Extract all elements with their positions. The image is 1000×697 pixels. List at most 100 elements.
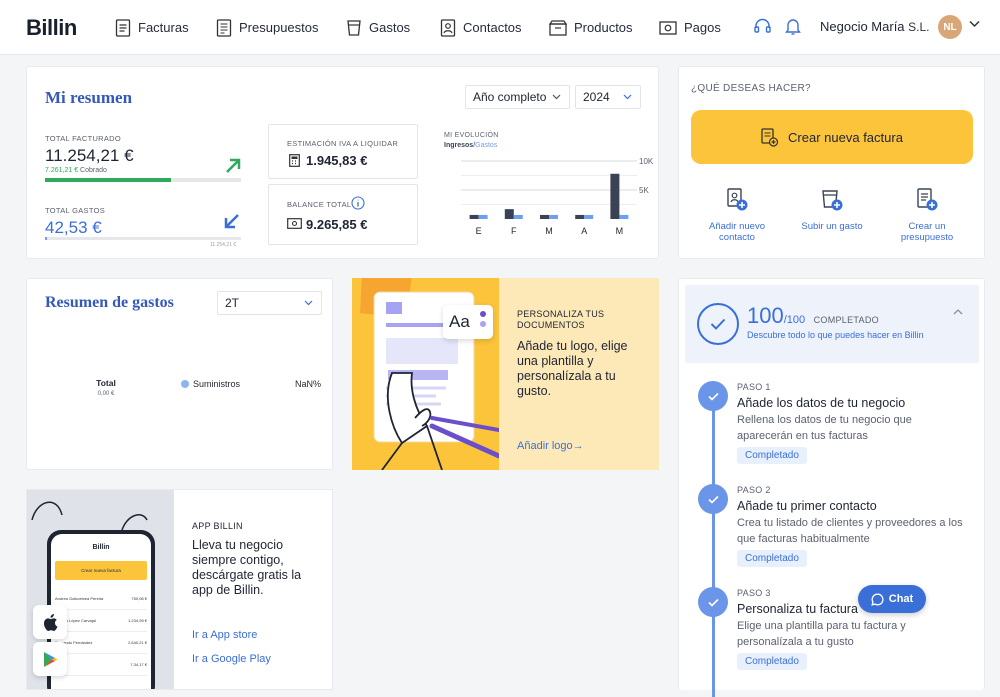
summary-card: Mi resumen Año completo 2024 TOTAL FACTU…: [26, 66, 659, 259]
evolution-chart: 10K 5K E F M A M: [461, 157, 654, 236]
app-store-badge[interactable]: [33, 605, 67, 639]
nav-gastos[interactable]: Gastos: [346, 0, 410, 55]
cobrado-text: 7.261,21 € Cobrado: [45, 167, 107, 174]
nav-contactos[interactable]: Contactos: [440, 0, 522, 55]
add-logo-link[interactable]: Añadir logo→: [517, 440, 584, 452]
year-select[interactable]: 2024: [575, 85, 641, 109]
info-icon[interactable]: [351, 196, 365, 210]
legend-percentage: NaN%: [295, 379, 322, 389]
progress-subtitle: Descubre todo lo que puedes hacer en Bil…: [747, 330, 924, 340]
phone-row-name: Andrea Goikoetxea Pereira: [55, 596, 104, 601]
font-chip: Aa: [443, 305, 493, 339]
progress-ring: [697, 303, 739, 345]
customize-illustration: Aa: [352, 278, 499, 470]
nav-facturas[interactable]: Facturas: [115, 0, 189, 55]
year-select-value: 2024: [583, 90, 610, 104]
step-3-desc: Elige una plantilla para tu factura y per…: [737, 620, 906, 648]
step-1: PASO 1 Añade los datos de tu negocio Rel…: [737, 382, 912, 464]
nav-label: Presupuestos: [239, 20, 319, 35]
actions-card: ¿QUÉ DESEAS HACER? Crear nueva factura A…: [678, 66, 985, 259]
legend-gastos: Gastos: [475, 142, 498, 149]
total-facturado-value: 11.254,21 €: [45, 146, 134, 165]
company-name[interactable]: Negocio María S.L.: [820, 19, 930, 34]
company-label: Negocio María: [820, 19, 905, 34]
x-tick-label: E: [476, 226, 482, 236]
receipt-cup-icon: [347, 19, 361, 36]
nav-productos[interactable]: Productos: [549, 0, 633, 55]
quarter-select[interactable]: 2T: [217, 291, 322, 315]
step-3-check: [698, 587, 728, 617]
billin-logo[interactable]: Billin: [26, 15, 77, 41]
bar-ingresos: [575, 214, 585, 219]
step-1-check: [698, 381, 728, 411]
payment-icon: [659, 20, 677, 35]
font-chip-text: Aa: [449, 312, 470, 331]
total-gastos-label: TOTAL GASTOS: [45, 206, 106, 215]
total-gastos-value: 42,53 €: [45, 218, 102, 237]
bar-ingresos: [540, 214, 549, 219]
bar-gastos: [549, 214, 558, 219]
bell-icon[interactable]: [784, 17, 802, 36]
actions-heading: ¿QUÉ DESEAS HACER?: [691, 83, 811, 94]
cobrado-amount: 7.261,21 €: [45, 167, 79, 174]
balance-label: BALANCE TOTAL: [287, 200, 352, 209]
x-tick-label: A: [581, 226, 587, 236]
onboarding-card: 100/100 COMPLETADO Descubre todo lo que …: [678, 278, 985, 697]
period-select[interactable]: Año completo: [465, 85, 570, 109]
customize-text: Añade tu logo, elige una plantilla y perso…: [517, 339, 628, 398]
arrow-down-left-icon: [224, 214, 239, 229]
money-icon: [287, 218, 302, 229]
nav-label: Productos: [574, 20, 633, 35]
legend-dot: [181, 380, 189, 388]
upload-expense-action[interactable]: Subir un gasto: [791, 187, 873, 232]
chat-bubble-icon: [871, 593, 884, 606]
avatar[interactable]: NL: [938, 15, 962, 39]
bar-ingresos: [610, 173, 620, 219]
expenses-total-value: 0,00 €: [97, 391, 115, 397]
top-bar: Billin Facturas Presupuestos Gastos Cont…: [0, 0, 1000, 55]
iva-value: 1.945,83 €: [306, 153, 368, 168]
evolucion-label: MI EVOLUCIÓN: [444, 132, 499, 139]
step-1-badge: Completado: [737, 447, 807, 464]
app-card: Billin Crear nueva factura Andrea Goikoe…: [26, 489, 333, 690]
cobrado-progress: [45, 178, 241, 182]
bar-gastos: [619, 214, 629, 219]
step-3-badge: Completado: [737, 653, 807, 670]
quote-icon: [216, 18, 232, 37]
upload-expense-label: Subir un gasto: [801, 221, 863, 232]
chevron-down-icon: [304, 300, 313, 306]
create-quote-action[interactable]: Crear un presupuesto: [886, 187, 968, 243]
create-invoice-button[interactable]: Crear nueva factura: [691, 110, 973, 164]
app-store-link[interactable]: Ir a App store: [192, 629, 257, 641]
customize-heading: PERSONALIZA TUS DOCUMENTOS: [517, 309, 605, 330]
google-play-link[interactable]: Ir a Google Play: [192, 653, 271, 665]
nav-pagos[interactable]: Pagos: [659, 0, 721, 55]
step-1-label: PASO 1: [737, 382, 771, 392]
x-tick-label: F: [511, 226, 517, 236]
summary-title: Mi resumen: [45, 88, 133, 107]
create-quote-label: Crear un presupuesto: [900, 221, 954, 243]
balance-box: BALANCE TOTAL 9.265,85 €: [268, 184, 418, 245]
check-icon: [707, 598, 719, 607]
headset-icon[interactable]: [753, 17, 772, 36]
expenses-total-label: Total: [96, 378, 116, 388]
iva-box: ESTIMACIÓN IVA A LIQUIDAR 1.945,83 €: [268, 124, 418, 179]
check-icon: [710, 318, 726, 330]
bar-gastos: [584, 214, 594, 219]
legend-ingresos: Ingresos: [444, 142, 474, 149]
chevron-up-icon[interactable]: [953, 308, 963, 315]
step-1-title: Añade los datos de tu negocio: [737, 396, 906, 410]
add-contact-action[interactable]: Añadir nuevo contacto: [696, 187, 778, 243]
chevron-down-icon[interactable]: [969, 20, 980, 28]
nav-presupuestos[interactable]: Presupuestos: [216, 0, 319, 55]
add-contact-icon: [727, 188, 748, 211]
nav-label: Facturas: [138, 20, 189, 35]
step-2: PASO 2 Añade tu primer contacto Crea tu …: [737, 485, 963, 567]
gastos-progress: [45, 237, 241, 240]
chat-button[interactable]: Chat: [858, 585, 926, 613]
check-icon: [707, 392, 719, 401]
phone-row-amount: 750,08 €: [131, 596, 147, 601]
balance-value: 9.265,85 €: [306, 217, 368, 232]
google-play-badge[interactable]: [33, 642, 67, 676]
add-invoice-icon: [761, 127, 779, 147]
